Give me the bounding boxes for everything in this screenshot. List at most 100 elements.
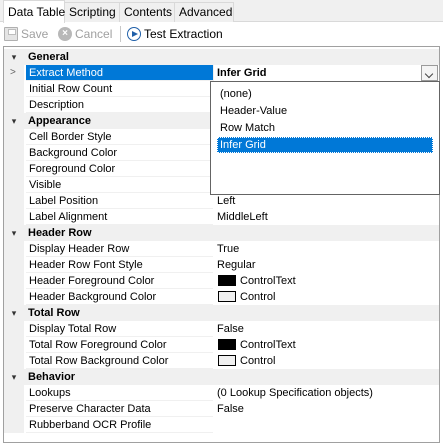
save-button-label: Save	[21, 27, 49, 41]
property-value[interactable]: MiddleLeft	[217, 209, 439, 225]
property-value[interactable]: Control	[217, 353, 439, 369]
toolbar: Save × Cancel Test Extraction	[0, 22, 443, 46]
row-gutter	[4, 417, 24, 433]
property-row-header-background-color[interactable]: Header Background Color Control	[4, 289, 439, 305]
collapse-icon[interactable]: ▾	[9, 113, 19, 129]
property-name: Label Alignment	[26, 209, 213, 225]
dropdown-option-row-match[interactable]: Row Match	[217, 120, 433, 136]
row-gutter	[4, 81, 24, 97]
row-gutter	[4, 161, 24, 177]
property-name: Description	[26, 97, 213, 113]
property-row-total-row-foreground-color[interactable]: Total Row Foreground Color ControlText	[4, 337, 439, 353]
category-title: Appearance	[28, 115, 91, 127]
property-name: Cell Border Style	[26, 129, 213, 145]
property-value[interactable]: False	[217, 321, 439, 337]
property-row-lookups[interactable]: Lookups (0 Lookup Specification objects)	[4, 385, 439, 401]
property-name: Display Header Row	[26, 241, 213, 257]
property-name: Total Row Background Color	[26, 353, 213, 369]
property-row-extract-method[interactable]: > Extract Method Infer Grid	[4, 65, 439, 81]
category-title: General	[28, 51, 69, 63]
row-gutter	[4, 353, 24, 369]
color-value: Control	[240, 291, 276, 303]
dropdown-button[interactable]	[421, 65, 438, 81]
test-extraction-label: Test Extraction	[144, 27, 223, 41]
tab-strip: Data Table Scripting Contents Advanced	[0, 0, 443, 23]
cancel-button-label: Cancel	[75, 27, 113, 41]
property-row-display-header-row[interactable]: Display Header Row True	[4, 241, 439, 257]
property-name: Rubberband OCR Profile	[26, 417, 213, 433]
row-gutter	[4, 337, 24, 353]
property-row-rubberband-ocr-profile[interactable]: Rubberband OCR Profile	[4, 417, 439, 433]
save-button[interactable]: Save	[4, 25, 48, 43]
color-swatch	[218, 339, 236, 350]
row-gutter	[4, 145, 24, 161]
property-row-header-foreground-color[interactable]: Header Foreground Color ControlText	[4, 273, 439, 289]
property-name: Total Row Foreground Color	[26, 337, 213, 353]
property-row-preserve-character-data[interactable]: Preserve Character Data False	[4, 401, 439, 417]
play-icon	[127, 27, 141, 41]
property-value[interactable]: Control	[217, 289, 439, 305]
row-gutter	[4, 129, 24, 145]
property-name: Label Position	[26, 193, 213, 209]
dropdown-option-header-value[interactable]: Header-Value	[217, 103, 433, 119]
category-title: Behavior	[28, 371, 76, 383]
property-value[interactable]	[217, 417, 439, 433]
category-title: Header Row	[28, 227, 92, 239]
property-name: Lookups	[26, 385, 213, 401]
row-gutter	[4, 401, 24, 417]
cancel-button[interactable]: × Cancel	[58, 25, 112, 43]
property-value[interactable]: Infer Grid	[217, 65, 439, 81]
property-value[interactable]: True	[217, 241, 439, 257]
row-gutter	[4, 321, 24, 337]
save-icon	[4, 27, 18, 41]
property-row-label-position[interactable]: Label Position Left	[4, 193, 439, 209]
property-name: Preserve Character Data	[26, 401, 213, 417]
property-row-display-total-row[interactable]: Display Total Row False	[4, 321, 439, 337]
row-gutter	[4, 273, 24, 289]
tab-advanced[interactable]: Advanced	[174, 2, 234, 22]
property-value[interactable]: (0 Lookup Specification objects)	[217, 385, 439, 401]
column-divider	[213, 65, 214, 81]
collapse-icon[interactable]: ▾	[9, 225, 19, 241]
color-value: Control	[240, 355, 276, 367]
property-row-label-alignment[interactable]: Label Alignment MiddleLeft	[4, 209, 439, 225]
collapse-icon[interactable]: ▾	[9, 49, 19, 65]
property-row-total-row-background-color[interactable]: Total Row Background Color Control	[4, 353, 439, 369]
color-swatch	[218, 291, 236, 302]
property-value[interactable]: Left	[217, 193, 439, 209]
collapse-icon[interactable]: ▾	[9, 305, 19, 321]
collapse-icon[interactable]: ▾	[9, 369, 19, 385]
color-swatch	[218, 275, 236, 286]
row-gutter	[4, 177, 24, 193]
category-header-row[interactable]: ▾ Header Row	[4, 225, 439, 241]
color-swatch	[218, 355, 236, 366]
tab-contents[interactable]: Contents	[119, 2, 175, 22]
dropdown-option-infer-grid[interactable]: Infer Grid	[217, 137, 433, 153]
property-value[interactable]: ControlText	[217, 273, 439, 289]
row-gutter	[4, 241, 24, 257]
tab-data-table[interactable]: Data Table	[3, 0, 65, 23]
category-behavior[interactable]: ▾ Behavior	[4, 369, 439, 385]
tab-scripting[interactable]: Scripting	[64, 2, 120, 22]
row-gutter: >	[4, 65, 24, 81]
property-name: Initial Row Count	[26, 81, 213, 97]
dropdown-option-none[interactable]: (none)	[217, 86, 433, 102]
property-value[interactable]: Regular	[217, 257, 439, 273]
property-row-header-row-font-style[interactable]: Header Row Font Style Regular	[4, 257, 439, 273]
property-name: Visible	[26, 177, 213, 193]
row-gutter	[4, 97, 24, 113]
toolbar-separator	[120, 26, 121, 42]
row-gutter	[4, 257, 24, 273]
property-name: Background Color	[26, 145, 213, 161]
row-gutter	[4, 289, 24, 305]
property-value[interactable]: ControlText	[217, 337, 439, 353]
property-name: Display Total Row	[26, 321, 213, 337]
property-value[interactable]: False	[217, 401, 439, 417]
category-general[interactable]: ▾ General	[4, 49, 439, 65]
test-extraction-button[interactable]: Test Extraction	[127, 25, 223, 43]
category-total-row[interactable]: ▾ Total Row	[4, 305, 439, 321]
row-gutter	[4, 193, 24, 209]
category-title: Total Row	[28, 307, 80, 319]
row-gutter	[4, 209, 24, 225]
extract-method-dropdown-list[interactable]: (none) Header-Value Row Match Infer Grid	[210, 81, 440, 195]
